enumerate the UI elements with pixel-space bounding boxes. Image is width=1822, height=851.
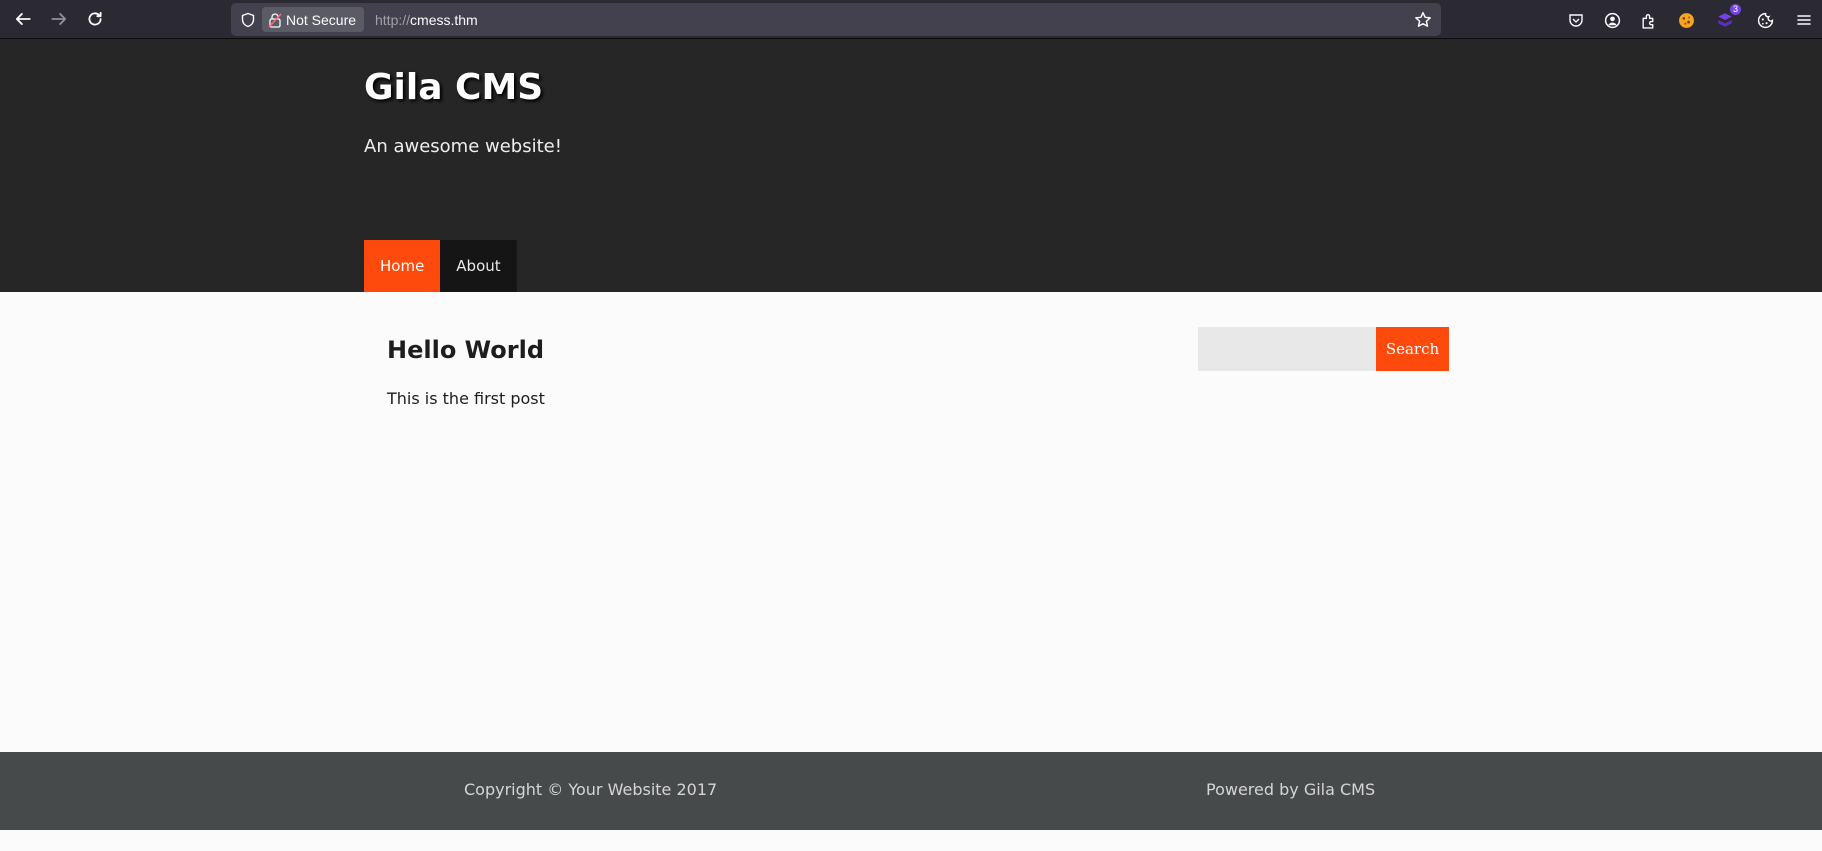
menu-icon [1797, 15, 1811, 25]
site-footer: Copyright © Your Website 2017 Powered by… [0, 752, 1822, 830]
url-host: cmess.thm [410, 11, 478, 28]
shield-icon[interactable] [238, 10, 258, 30]
pocket-icon [1569, 14, 1583, 27]
account-icon [1604, 12, 1620, 28]
nav-item-home[interactable]: Home [364, 240, 441, 292]
site-title[interactable]: Gila CMS [364, 67, 543, 108]
star-icon [1415, 11, 1431, 27]
footer-powered-by[interactable]: Powered by Gila CMS [1206, 780, 1375, 799]
back-button[interactable] [8, 4, 38, 34]
security-label: Not Secure [286, 11, 357, 28]
address-bar[interactable]: Not Secure http://cmess.thm [231, 3, 1441, 36]
site-tagline: An awesome website! [364, 136, 562, 157]
bookmark-button[interactable] [1413, 10, 1433, 30]
extensions-icon [1641, 13, 1653, 29]
stack-extension-button[interactable]: 3 [1712, 4, 1741, 33]
search-button[interactable]: Search [1376, 327, 1449, 371]
post-body: This is the first post [387, 389, 545, 408]
search-input[interactable] [1198, 327, 1376, 371]
cookie-icon [1757, 12, 1773, 28]
nav-item-about[interactable]: About [440, 240, 517, 292]
browser-toolbar: Not Secure http://cmess.thm 3 [0, 0, 1822, 39]
lock-warning-icon [268, 12, 282, 28]
extension-badge: 3 [1729, 4, 1741, 15]
search-widget: Search [1198, 327, 1449, 371]
security-indicator[interactable]: Not Secure [262, 7, 365, 32]
reload-icon [88, 11, 102, 26]
main-nav: Home About [364, 240, 517, 292]
cookie-extension-button[interactable] [1673, 7, 1699, 33]
footer-copyright: Copyright © Your Website 2017 [464, 780, 718, 799]
reload-button[interactable] [80, 4, 110, 34]
post-title[interactable]: Hello World [387, 336, 544, 364]
forward-icon [51, 13, 67, 25]
account-button[interactable] [1599, 7, 1625, 33]
back-icon [15, 13, 31, 25]
site-header: Gila CMS An awesome website! Home About [0, 39, 1822, 292]
pocket-button[interactable] [1563, 7, 1589, 33]
url-text[interactable]: http://cmess.thm [375, 3, 478, 36]
extensions-button[interactable] [1635, 7, 1661, 33]
forward-button[interactable] [44, 4, 74, 34]
url-scheme: http:// [375, 11, 411, 28]
cookie-extension-icon [1678, 12, 1694, 28]
app-menu-button[interactable] [1791, 7, 1817, 33]
cookie-button[interactable] [1752, 7, 1778, 33]
